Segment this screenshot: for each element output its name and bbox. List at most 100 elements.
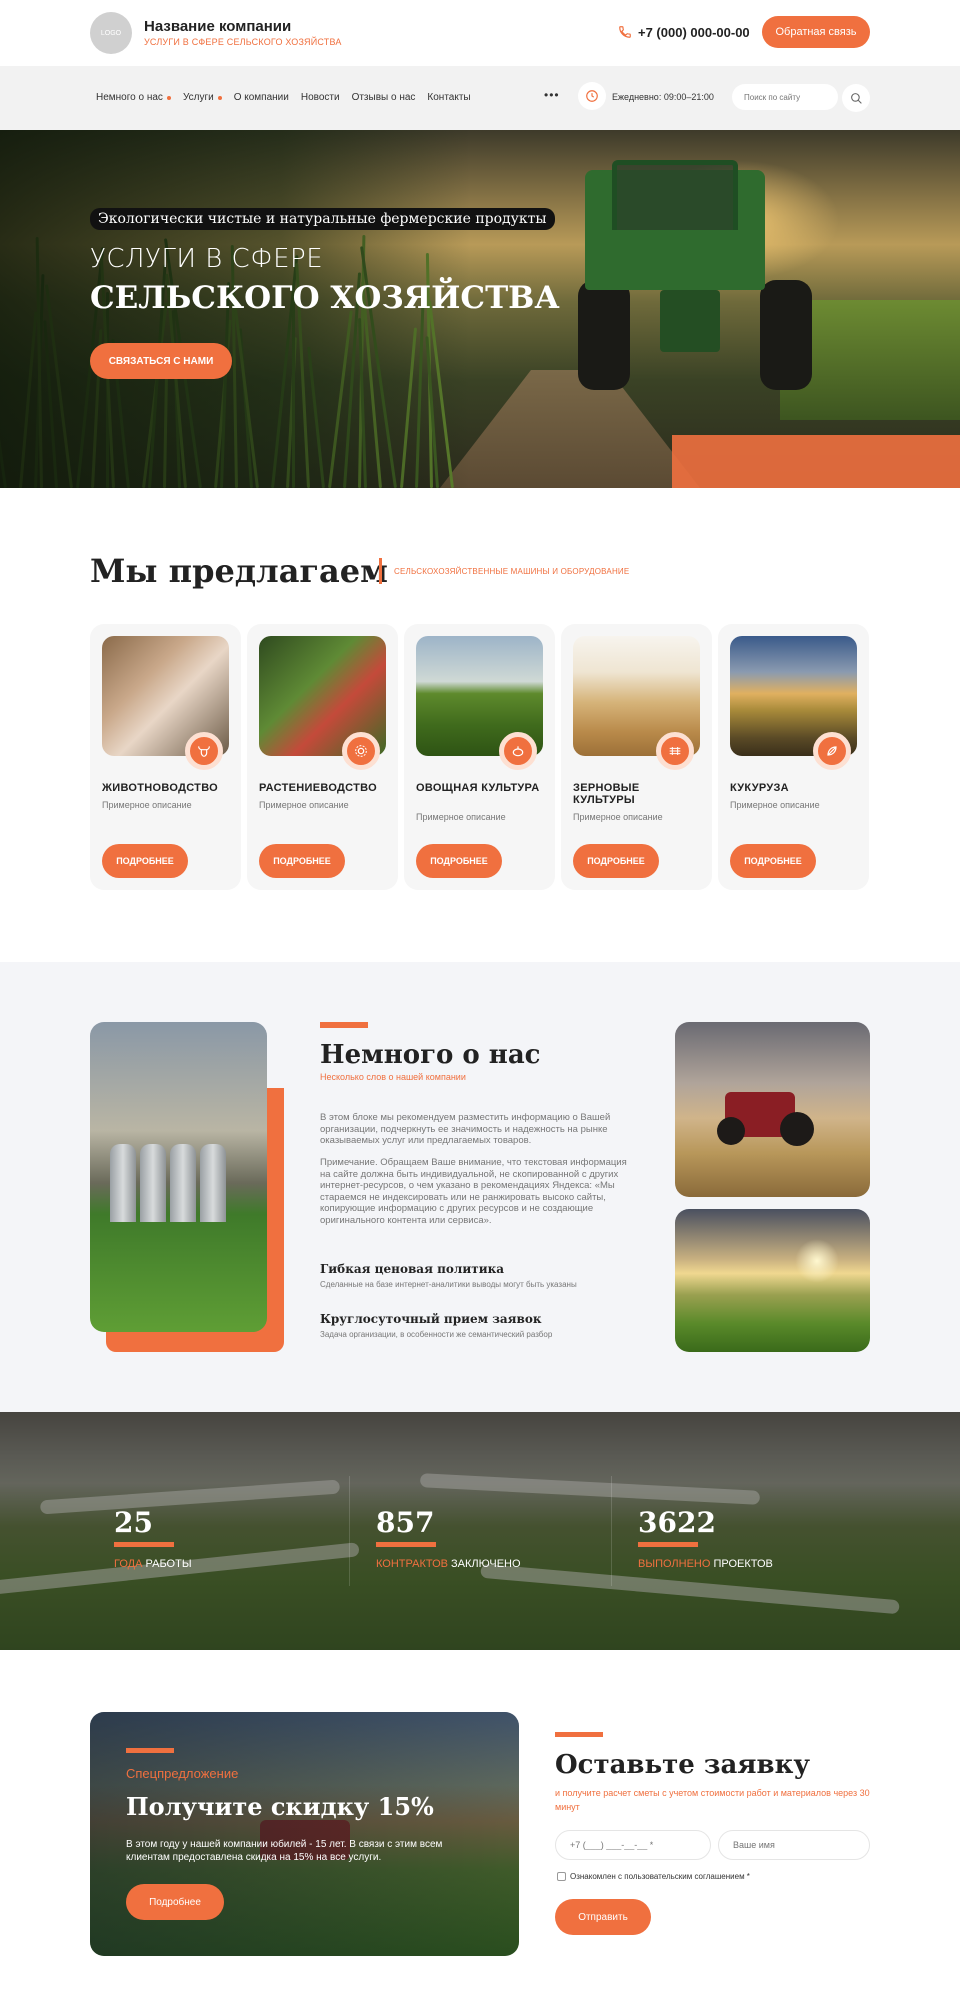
vegetable-icon bbox=[499, 732, 537, 770]
stat-projects: 3622 ВЫПОЛНЕНО ПРОЕКТОВ bbox=[614, 1476, 874, 1586]
dropdown-dot-icon bbox=[217, 95, 222, 100]
phone-icon bbox=[619, 26, 631, 38]
tractor-grill bbox=[660, 290, 720, 352]
nav-item-company[interactable]: О компании bbox=[234, 92, 289, 103]
offers-subtitle: СЕЛЬСКОХОЗЯЙСТВЕННЫЕ МАШИНЫ И ОБОРУДОВАН… bbox=[394, 567, 630, 576]
corn-icon bbox=[813, 732, 851, 770]
offer-card-livestock[interactable]: ЖИВОТНОВОДСТВО Примерное описание ПОДРОБ… bbox=[90, 624, 241, 890]
promo-banner: Спецпредложение Получите скидку 15% В эт… bbox=[90, 1712, 519, 1956]
offer-name: ЖИВОТНОВОДСТВО bbox=[102, 782, 219, 794]
search-button[interactable] bbox=[842, 84, 870, 112]
offer-more-button[interactable]: ПОДРОБНЕЕ bbox=[416, 844, 502, 878]
hero-title-line2: СЕЛЬСКОГО ХОЗЯЙСТВА bbox=[90, 280, 560, 316]
offer-more-button[interactable]: ПОДРОБНЕЕ bbox=[102, 844, 188, 878]
offer-description: Примерное описание bbox=[102, 800, 192, 810]
offer-description: Примерное описание bbox=[416, 812, 506, 822]
feature-description: Сделанные на базе интернет-аналитики выв… bbox=[320, 1280, 577, 1289]
nav-item-reviews[interactable]: Отзывы о нас bbox=[352, 92, 416, 103]
about-accent-line bbox=[320, 1022, 368, 1028]
stat-label: ГОДА РАБОТЫ bbox=[114, 1558, 192, 1570]
dropdown-dot-icon bbox=[166, 95, 171, 100]
stat-label-highlight: ВЫПОЛНЕНО bbox=[638, 1558, 711, 1570]
sun-glow bbox=[795, 1239, 839, 1283]
contact-us-button[interactable]: СВЯЗАТЬСЯ С НАМИ bbox=[90, 343, 232, 379]
tractor-wheel-left bbox=[578, 280, 630, 390]
offer-name: КУКУРУЗА bbox=[730, 782, 789, 794]
offers-title: Мы предлагаем bbox=[90, 552, 388, 590]
promo-more-button[interactable]: Подробнее bbox=[126, 1884, 224, 1920]
nav-item-news[interactable]: Новости bbox=[301, 92, 340, 103]
offer-card-grain[interactable]: ЗЕРНОВЫЕ КУЛЬТУРЫ Примерное описание ПОД… bbox=[561, 624, 712, 890]
working-hours: Ежедневно: 09:00–21:00 bbox=[612, 92, 714, 102]
nav-item-label: Немного о нас bbox=[96, 92, 163, 103]
offer-description: Примерное описание bbox=[259, 800, 349, 810]
about-title: Немного о нас bbox=[320, 1040, 541, 1070]
about-paragraph: Примечание. Обращаем Ваше внимание, что … bbox=[320, 1157, 627, 1226]
search-input[interactable] bbox=[732, 84, 838, 110]
nav-item-about[interactable]: Немного о нас bbox=[96, 92, 171, 103]
callback-button[interactable]: Обратная связь bbox=[762, 16, 870, 48]
agreement-checkbox[interactable] bbox=[557, 1872, 566, 1881]
name-field[interactable] bbox=[718, 1830, 870, 1860]
tractor-wheel bbox=[717, 1117, 745, 1145]
hero-label: Экологически чистые и натуральные фермер… bbox=[90, 208, 555, 230]
about-paragraph: В этом блоке мы рекомендуем разместить и… bbox=[320, 1112, 611, 1146]
offer-more-button[interactable]: ПОДРОБНЕЕ bbox=[730, 844, 816, 878]
stat-accent-line bbox=[114, 1542, 174, 1547]
offer-name: ЗЕРНОВЫЕ КУЛЬТУРЫ bbox=[573, 782, 640, 806]
nav-item-label: Контакты bbox=[427, 92, 471, 103]
offer-more-button[interactable]: ПОДРОБНЕЕ bbox=[573, 844, 659, 878]
offer-name: ОВОЩНАЯ КУЛЬТУРА bbox=[416, 782, 540, 794]
promo-text: В этом году у нашей компании юбилей - 15… bbox=[126, 1839, 443, 1863]
more-menu-button[interactable]: ••• bbox=[544, 88, 560, 102]
offers-divider bbox=[379, 558, 382, 584]
logo-text: LOGO bbox=[100, 29, 122, 37]
hero-accent-block bbox=[672, 435, 960, 488]
offer-card-corn[interactable]: КУКУРУЗА Примерное описание ПОДРОБНЕЕ bbox=[718, 624, 869, 890]
silo bbox=[110, 1144, 136, 1222]
offer-description: Примерное описание bbox=[730, 800, 820, 810]
submit-button[interactable]: Отправить bbox=[555, 1899, 651, 1935]
header-phone[interactable]: +7 (000) 000-00-00 bbox=[638, 25, 750, 40]
company-logo[interactable]: LOGO bbox=[90, 12, 132, 54]
nav-bar: Немного о нас Услуги О компании Новости … bbox=[0, 66, 960, 130]
offer-card-plants[interactable]: РАСТЕНИЕВОДСТВО Примерное описание ПОДРО… bbox=[247, 624, 398, 890]
nav-item-label: О компании bbox=[233, 92, 289, 103]
stat-years: 25 ГОДА РАБОТЫ bbox=[90, 1476, 350, 1586]
hero-road bbox=[440, 370, 700, 488]
phone-field[interactable] bbox=[555, 1830, 711, 1860]
stat-label-rest: ЗАКЛЮЧЕНО bbox=[447, 1558, 521, 1570]
tractor-wheel bbox=[780, 1112, 814, 1146]
tractor-wheel-right bbox=[760, 280, 812, 390]
stat-contracts: 857 КОНТРАКТОВ ЗАКЛЮЧЕНО bbox=[352, 1476, 612, 1586]
promo-title: Получите скидку 15% bbox=[126, 1792, 434, 1821]
offer-card-vegetables[interactable]: ОВОЩНАЯ КУЛЬТУРА Примерное описание ПОДР… bbox=[404, 624, 555, 890]
hero-title-line1: УСЛУГИ В СФЕРЕ bbox=[90, 244, 324, 274]
nav-item-label: Отзывы о нас bbox=[351, 92, 416, 103]
company-tagline: УСЛУГИ В СФЕРЕ СЕЛЬСКОГО ХОЗЯЙСТВА bbox=[144, 37, 342, 47]
stat-label: ВЫПОЛНЕНО ПРОЕКТОВ bbox=[638, 1558, 773, 1570]
promo-kicker: Спецпредложение bbox=[126, 1766, 239, 1781]
about-photo-tractor bbox=[675, 1022, 870, 1197]
agreement-label: Ознакомлен с пользовательским соглашение… bbox=[570, 1872, 750, 1881]
about-image-silos bbox=[90, 1022, 267, 1332]
sunflower-icon bbox=[342, 732, 380, 770]
promo-accent-line bbox=[126, 1748, 174, 1753]
main-menu: Немного о нас Услуги О компании Новости … bbox=[96, 92, 471, 103]
clock-icon bbox=[578, 82, 606, 110]
tractor-cab bbox=[612, 160, 738, 230]
form-title: Оставьте заявку bbox=[555, 1750, 810, 1780]
stat-label-rest: РАБОТЫ bbox=[142, 1558, 192, 1570]
stat-value: 3622 bbox=[638, 1506, 716, 1539]
offer-more-button[interactable]: ПОДРОБНЕЕ bbox=[259, 844, 345, 878]
nav-item-contacts[interactable]: Контакты bbox=[427, 92, 470, 103]
search-icon bbox=[850, 92, 862, 104]
nav-item-label: Услуги bbox=[182, 92, 214, 103]
bull-icon bbox=[185, 732, 223, 770]
nav-item-services[interactable]: Услуги bbox=[183, 92, 222, 103]
stat-accent-line bbox=[638, 1542, 698, 1547]
feature-title: Круглосуточный прием заявок bbox=[320, 1312, 542, 1326]
silo bbox=[170, 1144, 196, 1222]
stat-label-highlight: ГОДА bbox=[114, 1558, 143, 1570]
stat-label-highlight: КОНТРАКТОВ bbox=[376, 1558, 448, 1570]
